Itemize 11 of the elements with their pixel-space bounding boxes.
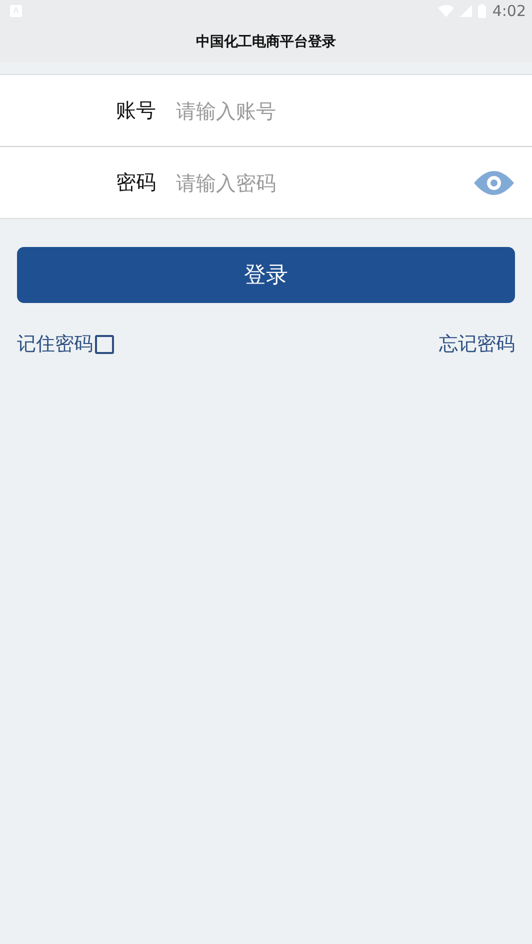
checkbox[interactable]: [95, 334, 114, 354]
clock-time: 4:02: [492, 2, 526, 20]
page-title: 中国化工电商平台登录: [196, 33, 336, 51]
remember-password-checkbox[interactable]: 记住密码: [17, 331, 114, 357]
checkbox-label: 记住密码: [17, 332, 93, 357]
forgot-password-link[interactable]: 忘记密码: [439, 331, 515, 357]
input-field[interactable]: 请输入密码: [174, 170, 474, 196]
field-label: 密码: [115, 169, 156, 196]
input-field[interactable]: 请输入账号: [174, 98, 532, 124]
login-button[interactable]: 登录: [17, 247, 515, 303]
field-label: 账号: [115, 97, 156, 124]
